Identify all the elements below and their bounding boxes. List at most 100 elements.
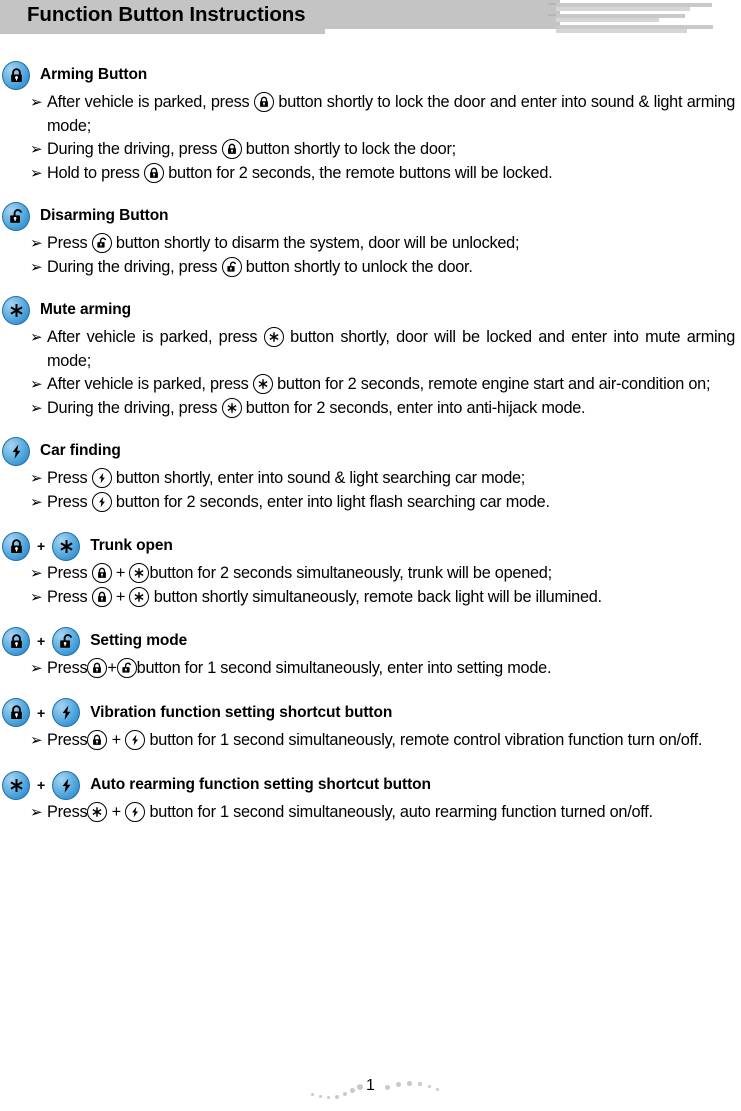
plus-separator: + <box>37 633 46 649</box>
bullet-item: ➢ After vehicle is parked, press button f… <box>0 373 735 397</box>
lock-closed-icon-glyph <box>3 533 29 560</box>
bullet-marker-icon: ➢ <box>30 376 43 393</box>
lock-closed-icon-inline <box>91 586 112 607</box>
bullet-marker-icon: ➢ <box>30 470 43 487</box>
bullet-marker-icon: ➢ <box>30 731 43 749</box>
bullet-text: Press <box>47 234 92 252</box>
bullet-text: button for 2 seconds, the remote buttons… <box>163 163 553 182</box>
section-setting-mode: + Setting mode ➢ Press + button for 1 second … <box>0 626 735 681</box>
bullet-text: button for 2 seconds, remote engine star… <box>272 375 711 393</box>
lock-open-icon-inline <box>91 233 112 253</box>
header-decoration-stripe-1b <box>556 7 690 11</box>
lock-closed-icon-inline <box>87 658 108 678</box>
bullet-marker-icon: ➢ <box>30 94 43 111</box>
asterisk-icon-inline <box>221 397 242 418</box>
bullet-list: ➢ Press + button for 1 second simultaneou… <box>0 729 735 753</box>
bullet-marker-icon: ➢ <box>30 164 43 182</box>
asterisk-icon <box>52 531 81 561</box>
lock-open-icon-glyph <box>3 203 29 230</box>
asterisk-icon-glyph <box>53 533 79 560</box>
bullet-marker-icon: ➢ <box>30 493 43 511</box>
bullet-text: button shortly to disarm the system, doo… <box>111 234 520 252</box>
asterisk-icon-glyph <box>254 375 272 393</box>
asterisk-icon-inline <box>129 586 150 607</box>
lightning-bolt-icon-inline <box>91 491 112 512</box>
section-header-setting-mode: + Setting mode <box>0 626 735 656</box>
bullet-text: button for 1 second simultaneously, remo… <box>145 730 703 749</box>
section-header-trunk-open: + Trunk open <box>0 531 735 561</box>
asterisk-icon-glyph <box>223 399 241 417</box>
bullet-text: button for 1 second simultaneously, ente… <box>136 659 552 677</box>
section-title: Auto rearming function setting shortcut … <box>90 776 431 793</box>
lightning-bolt-icon-inline <box>125 802 146 822</box>
lock-closed-icon <box>2 60 30 90</box>
bullet-text: + <box>111 587 130 606</box>
lock-closed-icon-inline <box>87 729 108 750</box>
lightning-bolt-icon-glyph <box>3 438 29 465</box>
lightning-bolt-icon-glyph <box>93 493 111 511</box>
lightning-bolt-icon-inline <box>125 729 146 750</box>
bullet-item: ➢ Hold to press button for 2 seconds, the… <box>0 162 735 186</box>
lightning-bolt-icon <box>52 770 81 800</box>
lightning-bolt-icon <box>2 436 30 466</box>
page-title: Function Button Instructions <box>27 3 306 26</box>
lock-closed-icon-glyph <box>93 588 111 606</box>
lock-closed-icon <box>2 626 30 656</box>
asterisk-icon-inline <box>87 802 108 822</box>
bullet-text: During the driving, press <box>47 257 222 276</box>
section-title: Disarming Button <box>40 207 169 224</box>
lock-closed-icon-inline <box>253 92 274 112</box>
bullet-text: button for 2 seconds, enter into anti-hi… <box>241 398 586 417</box>
asterisk-icon-glyph <box>130 588 148 606</box>
lock-closed-icon-glyph <box>88 659 106 677</box>
asterisk-icon-glyph <box>88 803 106 821</box>
section-header-disarming-button: Disarming Button <box>0 201 735 231</box>
lock-closed-icon-glyph <box>255 93 273 111</box>
bullet-item: ➢ Press + button for 1 second simultaneou… <box>0 729 735 753</box>
header-decoration-stripe-2b <box>556 18 659 22</box>
section-disarming-button: Disarming Button ➢ Press button shortly to… <box>0 201 735 279</box>
page-header: Function Button Instructions <box>0 0 741 36</box>
asterisk-icon-inline <box>129 563 150 583</box>
section-title: Mute arming <box>40 301 132 318</box>
asterisk-icon-glyph <box>265 328 283 346</box>
bullet-text: Press <box>47 469 92 487</box>
bullet-list: ➢ Press + button for 1 second simultaneousl… <box>0 657 735 681</box>
plus-separator: + <box>37 538 46 554</box>
bullet-text: + <box>107 803 126 821</box>
bullet-text: + <box>107 730 126 749</box>
bullet-text: button for 2 seconds simultaneously, tru… <box>149 564 552 582</box>
lock-open-icon-inline <box>221 256 242 277</box>
bullet-text: + <box>111 564 130 582</box>
bullet-item: ➢ Press button shortly to disarm the syst… <box>0 232 735 256</box>
bullet-text: After vehicle is parked, press <box>47 93 254 111</box>
lock-closed-icon-glyph <box>223 140 241 158</box>
lock-closed-icon-glyph <box>3 628 29 655</box>
bullet-list: ➢ Press + button for 2 seconds simultaneo… <box>0 562 735 609</box>
bullet-text: After vehicle is parked, press <box>47 375 253 393</box>
bullet-marker-icon: ➢ <box>30 565 43 582</box>
asterisk-icon-inline <box>252 374 273 394</box>
bullet-text: Press <box>47 659 88 677</box>
lock-closed-icon-glyph <box>3 62 29 89</box>
bullet-text: Hold to press <box>47 163 144 182</box>
section-title: Arming Button <box>40 66 148 83</box>
bullet-item: ➢ During the driving, press button for 2 … <box>0 397 735 421</box>
bullet-item: ➢ Press + button shortly simultaneously, … <box>0 586 735 610</box>
bullet-text: button shortly simultaneously, remote ba… <box>149 587 602 606</box>
bullet-list: ➢ After vehicle is parked, press button s… <box>0 91 735 185</box>
lock-open-icon-glyph <box>118 659 136 677</box>
asterisk-icon-glyph <box>3 297 29 324</box>
lock-closed-icon-glyph <box>145 164 163 182</box>
section-car-finding: Car finding ➢ Press button shortly, enter … <box>0 436 735 514</box>
bullet-text: button shortly to unlock the door. <box>241 257 473 276</box>
lock-open-icon-glyph <box>223 258 241 276</box>
section-title: Car finding <box>40 442 121 459</box>
bullet-text: button shortly, enter into sound & light… <box>111 469 526 487</box>
asterisk-icon <box>2 770 30 800</box>
asterisk-icon <box>2 295 30 325</box>
lock-open-icon <box>2 201 30 231</box>
bullet-list: ➢ Press + button for 1 second simultaneou… <box>0 801 735 825</box>
asterisk-icon-inline <box>263 327 284 347</box>
bullet-list: ➢ Press button shortly, enter into sound … <box>0 467 735 514</box>
